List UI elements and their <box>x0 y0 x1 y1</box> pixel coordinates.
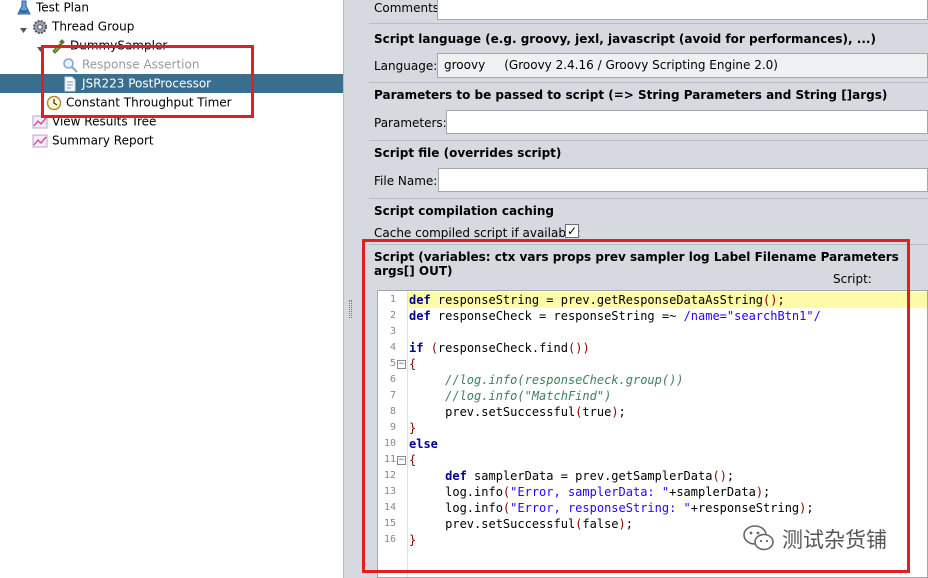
magnifier-icon <box>62 57 78 73</box>
split-pane-divider[interactable] <box>343 0 366 578</box>
divider <box>369 140 928 141</box>
tree-item-response-assertion[interactable]: Response Assertion <box>0 55 343 74</box>
divider <box>369 23 928 24</box>
fold-toggle-icon[interactable]: − <box>397 360 406 369</box>
tree-item-summary-report[interactable]: Summary Report <box>0 131 343 150</box>
pipette-icon <box>50 38 66 54</box>
line-number: 15 <box>383 518 396 529</box>
script-header-label: Script: <box>833 272 872 286</box>
code-line[interactable]: { <box>408 356 927 372</box>
language-select-value: groovy (Groovy 2.4.16 / Groovy Scripting… <box>444 58 778 72</box>
language-select[interactable]: groovy (Groovy 2.4.16 / Groovy Scripting… <box>437 53 928 78</box>
parameters-field[interactable] <box>446 110 928 134</box>
watermark: 测试杂货铺 <box>742 523 887 555</box>
script-icon <box>62 76 78 92</box>
line-number: 6 <box>389 374 396 385</box>
code-line[interactable]: log.info("Error, responseString: "+respo… <box>408 500 927 516</box>
compilation-caching-title: Script compilation caching <box>374 204 554 218</box>
expand-toggle-icon[interactable] <box>36 41 45 52</box>
file-name-label: File Name: <box>374 174 438 188</box>
code-line[interactable]: //log.info(responseCheck.group()) <box>408 372 927 388</box>
divider <box>369 244 928 245</box>
divider <box>369 82 928 83</box>
line-number: 10 <box>383 438 396 449</box>
tree-item-jsr223-postprocessor[interactable]: JSR223 PostProcessor <box>0 74 343 93</box>
wechat-logo-icon <box>742 523 776 556</box>
code-line[interactable]: log.info("Error, samplerData: "+samplerD… <box>408 484 927 500</box>
clock-icon <box>46 95 62 111</box>
code-line[interactable] <box>408 324 927 340</box>
gear-icon <box>32 19 48 35</box>
line-number: 4 <box>389 342 396 353</box>
code-line[interactable]: prev.setSuccessful(true); <box>408 404 927 420</box>
jsr223-settings-panel: Comments: Script language (e.g. groovy, … <box>365 0 928 578</box>
script-file-title: Script file (overrides script) <box>374 146 562 160</box>
parameters-label: Parameters: <box>374 116 447 130</box>
comments-label: Comments: <box>374 1 444 15</box>
tree-item-constant-throughput-timer[interactable]: Constant Throughput Timer <box>0 93 343 112</box>
language-label: Language: <box>374 59 438 73</box>
divider-grip-icon[interactable] <box>349 300 352 318</box>
flask-icon <box>16 0 32 16</box>
chart-icon <box>32 114 48 130</box>
code-line[interactable]: } <box>408 420 927 436</box>
cache-compiled-checkbox[interactable]: ✓ <box>565 224 579 238</box>
line-number: 5 <box>389 358 396 369</box>
expand-toggle-icon[interactable] <box>19 22 28 33</box>
tree-item-thread-group[interactable]: Thread Group <box>0 17 343 36</box>
tree-item-dummy-sampler[interactable]: DummySampler <box>0 36 343 55</box>
fold-toggle-icon[interactable]: − <box>397 456 406 465</box>
line-number: 14 <box>383 502 396 513</box>
divider <box>369 198 928 199</box>
line-number: 8 <box>389 406 396 417</box>
comments-field[interactable] <box>437 0 928 20</box>
cache-compiled-label: Cache compiled script if available: <box>374 226 581 240</box>
watermark-text: 测试杂货铺 <box>782 528 887 552</box>
chart-icon <box>32 133 48 149</box>
code-line[interactable]: def responseString = prev.getResponseDat… <box>408 292 927 308</box>
line-number: 11 <box>383 454 396 465</box>
code-line[interactable]: def responseCheck = responseString =~ /n… <box>408 308 927 324</box>
script-language-title: Script language (e.g. groovy, jexl, java… <box>374 32 876 46</box>
line-number: 2 <box>389 310 396 321</box>
tree-item-view-results-tree[interactable]: View Results Tree <box>0 112 343 131</box>
line-number: 12 <box>383 470 396 481</box>
line-number: 7 <box>389 390 396 401</box>
line-number: 13 <box>383 486 396 497</box>
code-line[interactable]: //log.info("MatchFind") <box>408 388 927 404</box>
line-number: 3 <box>389 326 396 337</box>
code-line[interactable]: else <box>408 436 927 452</box>
test-plan-tree[interactable]: Test Plan Thread Group DummySampler Resp… <box>0 0 343 578</box>
line-number-gutter: 1 2 3 4 5−6 7 8 9 10 11−12 13 14 15 16 <box>378 291 408 577</box>
line-number: 9 <box>389 422 396 433</box>
tree-item-test-plan[interactable]: Test Plan <box>0 0 343 17</box>
code-line[interactable]: if (responseCheck.find()) <box>408 340 927 356</box>
line-number: 1 <box>389 294 396 305</box>
file-name-field[interactable] <box>438 168 928 192</box>
code-line[interactable]: def samplerData = prev.getSamplerData(); <box>408 468 927 484</box>
line-number: 16 <box>383 534 396 545</box>
code-line[interactable]: { <box>408 452 927 468</box>
parameters-title: Parameters to be passed to script (=> St… <box>374 88 888 102</box>
checkmark-icon: ✓ <box>566 224 578 238</box>
